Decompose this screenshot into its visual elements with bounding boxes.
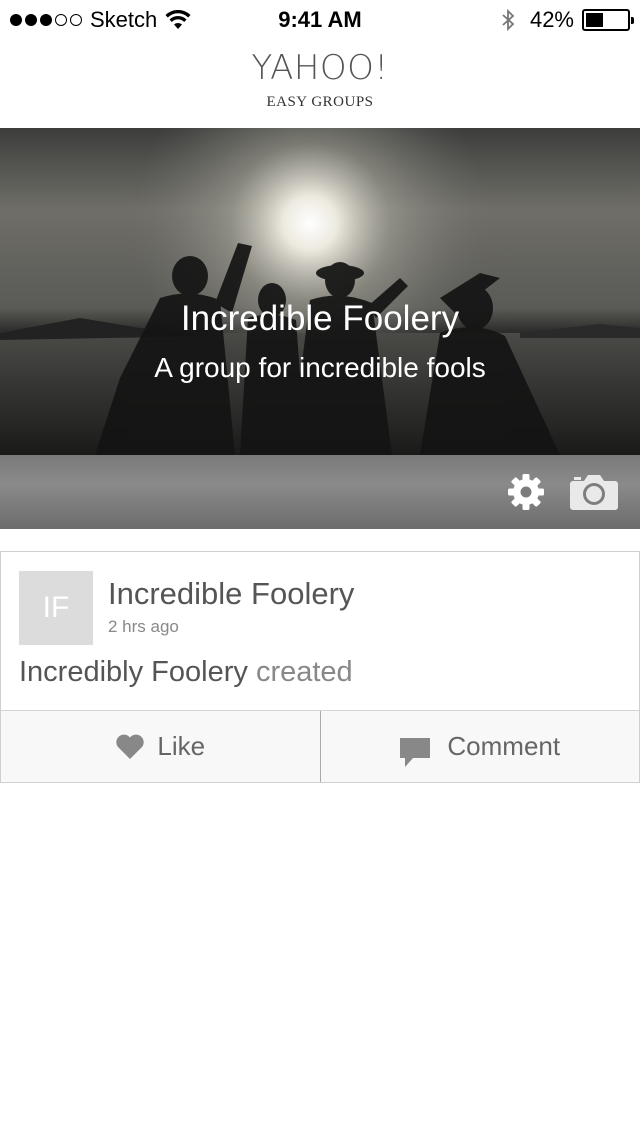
settings-gear-icon[interactable] bbox=[506, 472, 546, 512]
battery-icon bbox=[582, 9, 634, 31]
post-action-text: created bbox=[255, 656, 353, 688]
status-bar: Sketch 9:41 AM 42% bbox=[0, 0, 640, 40]
group-cover-photo bbox=[0, 128, 640, 455]
post-actions: Like Comment bbox=[1, 710, 639, 782]
speech-bubble-icon bbox=[400, 737, 431, 767]
comment-label: Comment bbox=[447, 731, 561, 761]
group-description: A group for incredible fools bbox=[154, 352, 486, 383]
cover-photo-image bbox=[0, 128, 640, 455]
group-name: Incredible Foolery bbox=[180, 299, 460, 338]
avatar: IF bbox=[19, 571, 93, 645]
battery-percent: 42% bbox=[529, 7, 574, 32]
heart-icon bbox=[116, 734, 145, 759]
camera-icon[interactable] bbox=[569, 472, 619, 512]
app-title: YAHOO! bbox=[251, 48, 389, 88]
post-subject[interactable]: Incredibly Foolery bbox=[19, 656, 248, 688]
bluetooth-icon bbox=[502, 8, 515, 32]
app-header: YAHOO! EASY GROUPS bbox=[0, 48, 640, 111]
post-author[interactable]: Incredible Foolery bbox=[108, 574, 354, 614]
status-right: 42% bbox=[500, 6, 634, 34]
post-body: Incredibly Foolery created bbox=[19, 652, 353, 692]
comment-button[interactable]: Comment bbox=[319, 711, 640, 782]
like-button[interactable]: Like bbox=[1, 711, 320, 782]
post-timestamp: 2 hrs ago bbox=[108, 617, 179, 636]
app-subtitle: EASY GROUPS bbox=[266, 94, 374, 110]
like-label: Like bbox=[157, 731, 206, 761]
battery-level bbox=[586, 13, 603, 27]
